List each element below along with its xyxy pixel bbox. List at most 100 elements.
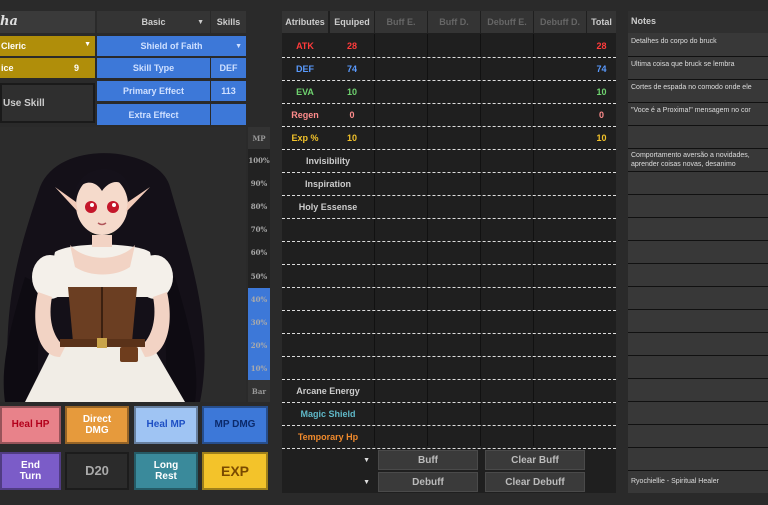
stat-extra-row: Invisibility [305,156,350,166]
column-header: Debuff E. [481,11,533,33]
note-row[interactable] [628,265,768,287]
mp-dmg-button[interactable]: MP DMG [202,406,268,444]
row-divider [282,333,616,334]
row-divider [282,218,616,219]
button-label: Long Rest [153,459,179,483]
extra-effect-value [211,104,246,125]
stat-name: Exp % [291,133,319,143]
stat-total: 10 [596,133,607,143]
stat-equiped: 28 [346,41,357,51]
note-text: Ultima coisa que bruck se lembra [631,61,735,68]
long-rest-button[interactable]: Long Rest [134,452,198,490]
primary-effect-label: Primary Effect [97,81,210,101]
notes-footer: Ryochiellie - Spiritual Healer [628,473,768,493]
skill-type-value: DEF [211,58,246,78]
note-row[interactable]: Cortes de espada no comodo onde ele [628,81,768,103]
debuff-select[interactable]: ▼ [284,472,374,492]
column-divider [533,34,534,446]
slot-label: ice [1,63,14,73]
class-label: Cleric [1,41,27,51]
stat-total: 28 [596,41,607,51]
end-turn-button[interactable]: End Turn [0,452,61,490]
notes-title-label: Notes [631,16,657,26]
tab-skills-label: Skills [216,17,241,27]
mp-bar-tick: 20% [250,340,268,350]
extra-effect-label: Extra Effect [97,104,210,125]
note-row[interactable] [628,173,768,195]
skill-name: Shield of Faith [140,41,203,51]
note-row[interactable] [628,219,768,241]
column-header: Total [587,11,616,33]
note-row[interactable] [628,334,768,356]
note-text: aprender coisas novas, desanimo [631,161,736,168]
buff-button[interactable]: Buff [378,450,478,470]
column-header: Equiped [330,11,374,33]
stat-bottom-row: Magic Shield [300,409,356,419]
clear-debuff-button[interactable]: Clear Debuff [485,472,585,492]
note-row[interactable] [628,403,768,425]
stat-equiped: 10 [346,133,357,143]
mp-bar-tick: 80% [250,202,268,212]
note-row[interactable] [628,380,768,402]
stat-bottom-row: Arcane Energy [296,386,360,396]
note-row[interactable] [628,288,768,310]
notes-title: Notes [628,11,768,33]
row-divider [282,149,616,150]
heal-mp-button[interactable]: Heal MP [134,406,198,444]
row-divider [282,172,616,173]
tab-basic-label: Basic [141,17,166,27]
clear-buff-button[interactable]: Clear Buff [485,450,585,470]
button-label: Heal HP [11,419,50,431]
note-row[interactable] [628,196,768,218]
d20-button[interactable]: D20 [65,452,129,490]
note-row[interactable] [628,127,768,149]
button-label: D20 [85,462,109,478]
exp-button[interactable]: EXP [202,452,268,490]
use-skill-button[interactable]: Use Skill [0,83,95,123]
note-row[interactable]: Ultima coisa que bruck se lembra [628,58,768,80]
class-dropdown[interactable]: Cleric ▼ [0,36,95,56]
row-divider [282,126,616,127]
note-row[interactable]: "Voce é a Proxima!" mensagem no cor [628,104,768,126]
mp-bar-tick: 50% [250,271,268,281]
column-header: Buff E. [375,11,427,33]
row-divider [282,241,616,242]
note-row[interactable] [628,449,768,471]
button-label: Direct DMG [82,413,112,437]
skill-select[interactable]: Shield of Faith ▼ [97,36,246,56]
character-title: ha [0,14,18,29]
note-row[interactable] [628,311,768,333]
note-text: Comportamento aversão a novidades, [631,152,750,159]
row-divider [282,80,616,81]
stat-name: DEF [296,64,314,74]
note-row[interactable] [628,426,768,448]
use-skill-label: Use Skill [3,98,45,109]
heal-hp-button[interactable]: Heal HP [0,406,61,444]
note-row[interactable]: Comportamento aversão a novidades, aprend… [628,150,768,172]
column-divider [374,34,375,446]
chevron-down-icon: ▼ [197,18,204,26]
buff-select[interactable]: ▼ [284,450,374,470]
note-row[interactable] [628,242,768,264]
slot-value: 9 [74,63,80,73]
debuff-button[interactable]: Debuff [378,472,478,492]
row-divider [282,379,616,380]
stat-equiped: 74 [346,64,357,74]
tab-skills[interactable]: Skills [211,11,246,33]
character-illustration [3,153,205,402]
row-divider [282,57,616,58]
direct-dmg-button[interactable]: Direct DMG [65,406,129,444]
mp-bar-title: MP [248,127,270,149]
tab-basic[interactable]: Basic ▼ [97,11,210,33]
button-label: End Turn [19,459,42,483]
stat-total: 0 [598,110,604,120]
stat-name: Regen [291,110,319,120]
note-row[interactable] [628,357,768,379]
chevron-down-icon: ▼ [363,456,370,464]
row-divider [282,402,616,403]
note-row[interactable]: Detalhes do corpo do bruck [628,35,768,57]
chevron-down-icon: ▼ [363,478,370,486]
mp-bar: MP 100% 90% 80% 70% 60% 50% 40% 30% 20% 10% Bar [248,127,270,402]
row-divider [282,448,616,449]
mp-bar-tick: 60% [250,248,268,258]
